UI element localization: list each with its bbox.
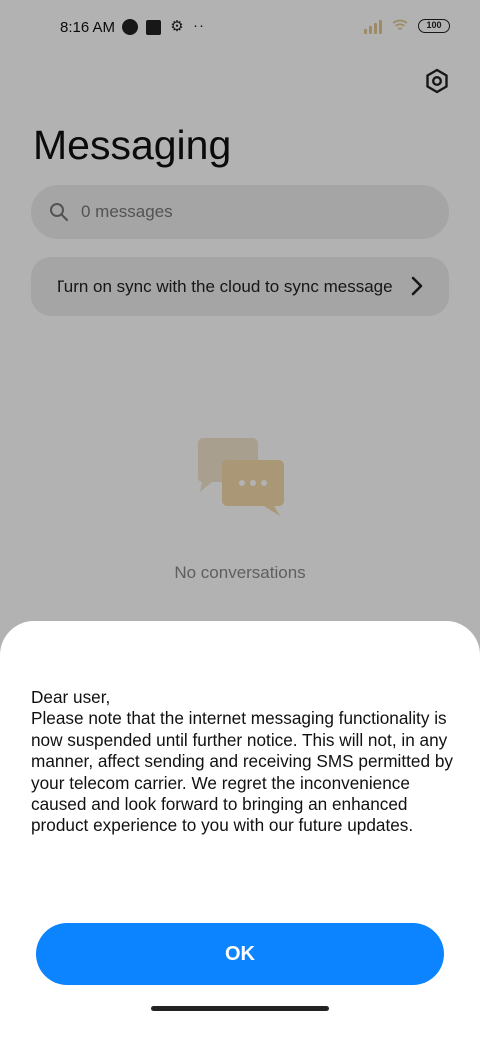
home-indicator[interactable] <box>151 1006 329 1011</box>
dialog-message: Dear user, Please note that the internet… <box>31 687 453 836</box>
ok-button[interactable]: OK <box>36 923 444 985</box>
suspension-dialog: Dear user, Please note that the internet… <box>0 621 480 1040</box>
